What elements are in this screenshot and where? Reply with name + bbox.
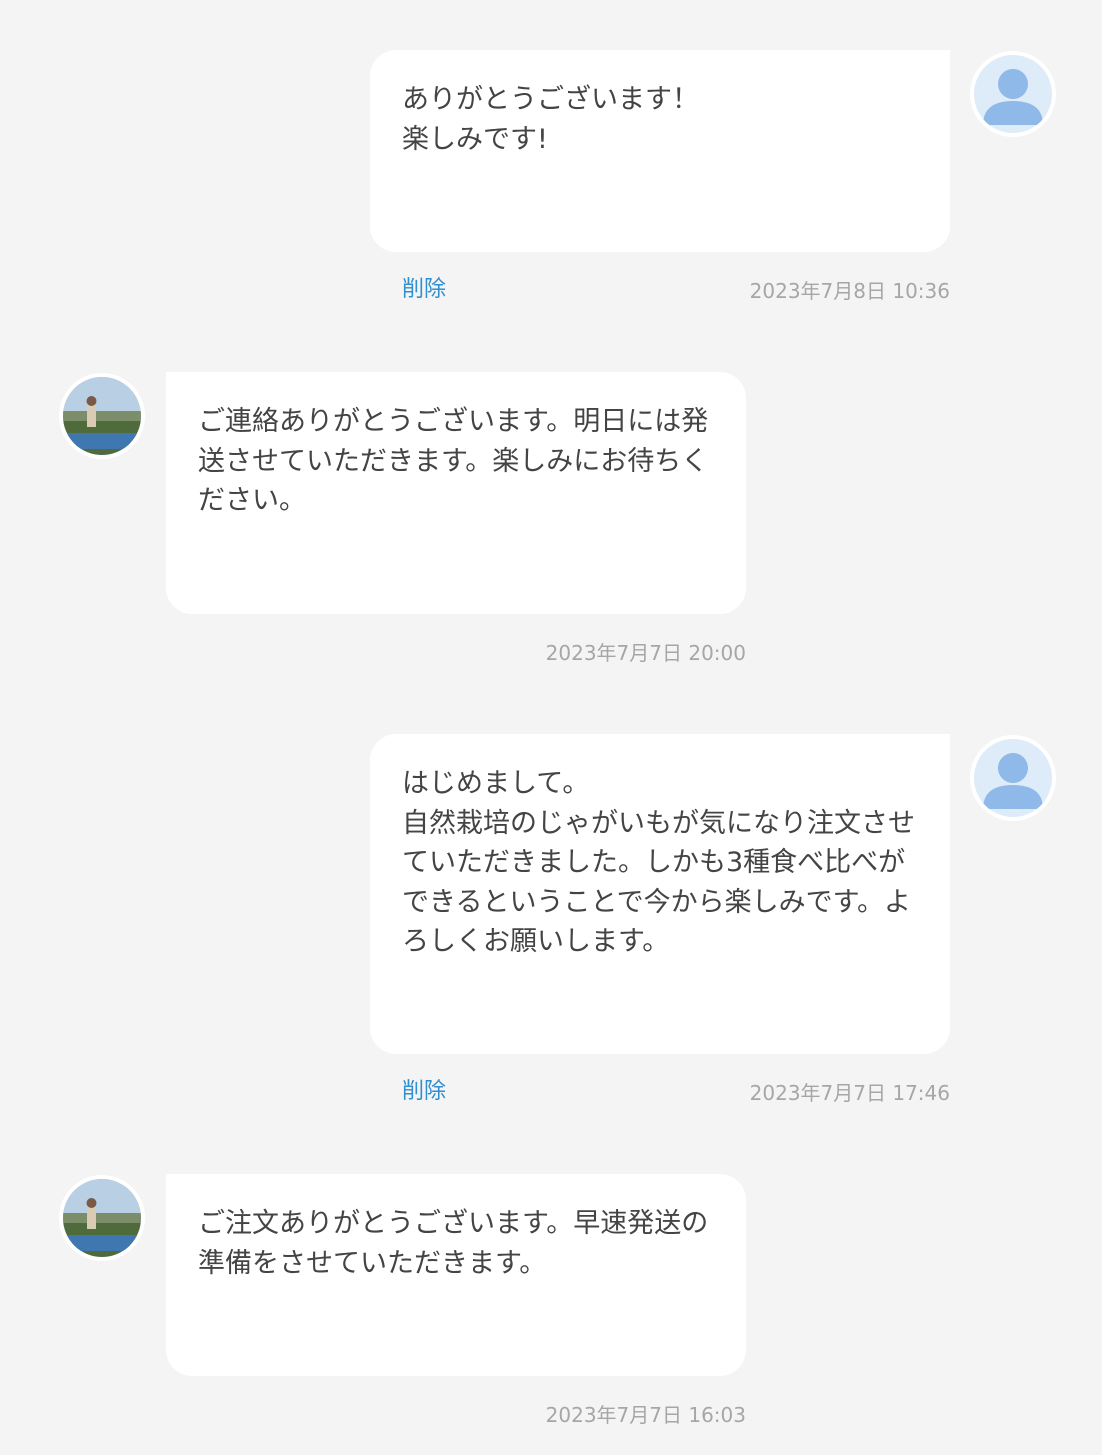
message-timestamp: 2023年7月7日 20:00: [545, 641, 746, 665]
message-timestamp: 2023年7月7日 17:46: [749, 1081, 950, 1105]
shop-avatar: [59, 373, 145, 459]
message-timestamp: 2023年7月7日 16:03: [545, 1403, 746, 1427]
farm-photo-image: [63, 377, 141, 455]
delete-message-link[interactable]: 削除: [402, 275, 446, 305]
message-bubble-customer: はじめまして。 自然栽培のじゃがいもが気になり注文させていただきました。しかも3…: [370, 734, 950, 1054]
customer-avatar: [970, 735, 1056, 821]
user-silhouette-icon: [983, 69, 1043, 125]
shop-avatar: [59, 1175, 145, 1261]
message-thread: ありがとうございます！ 楽しみです! 削除 2023年7月8日 10:36 ご連…: [0, 0, 1102, 1455]
message-bubble-customer: ありがとうございます！ 楽しみです!: [370, 50, 950, 252]
message-bubble-shop: ご注文ありがとうございます。早速発送の準備をさせていただきます。: [166, 1174, 746, 1376]
user-silhouette-icon: [983, 753, 1043, 809]
message-timestamp: 2023年7月8日 10:36: [749, 279, 950, 303]
farm-photo-image: [63, 1179, 141, 1257]
message-bubble-shop: ご連絡ありがとうございます。明日には発送させていただきます。楽しみにお待ちくださ…: [166, 372, 746, 614]
customer-avatar: [970, 51, 1056, 137]
delete-message-link[interactable]: 削除: [402, 1077, 446, 1107]
